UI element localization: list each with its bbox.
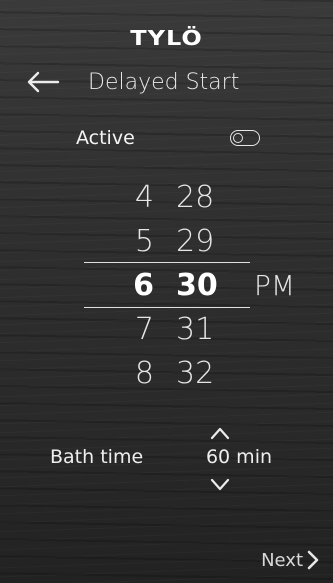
time-option[interactable]: 8 32 — [84, 351, 250, 395]
minute-value: 32 — [176, 355, 215, 391]
time-option-selected[interactable]: 6 30 — [84, 263, 250, 307]
selected-minute: 30 — [176, 267, 218, 303]
hour-value: 7 — [134, 311, 154, 347]
minute-value: 31 — [176, 311, 215, 347]
hour-value: 8 — [134, 355, 154, 391]
chevron-right-icon — [307, 550, 319, 570]
time-picker[interactable]: 4 28 5 29 6 30 7 31 8 32 — [84, 175, 250, 395]
bath-time-value: 60 min — [205, 446, 273, 468]
active-label: Active — [76, 127, 135, 149]
minute-value: 28 — [176, 179, 215, 215]
next-button[interactable]: Next — [261, 549, 319, 571]
toggle-knob — [233, 132, 243, 143]
minute-value: 29 — [176, 223, 215, 259]
chevron-up-icon — [210, 427, 230, 440]
selected-hour: 6 — [133, 267, 154, 303]
tylo-logo: TYLÖ — [130, 26, 203, 50]
time-option[interactable]: 4 28 — [84, 175, 250, 219]
active-row: Active — [76, 124, 260, 152]
header: Delayed Start — [26, 64, 239, 100]
time-option[interactable]: 7 31 — [84, 307, 250, 351]
delayed-start-screen: TYLÖ Delayed Start Active 4 28 5 29 6 30 — [0, 0, 333, 583]
bath-time-increase-button[interactable] — [209, 425, 231, 441]
back-button[interactable] — [26, 64, 66, 100]
arrow-left-icon — [27, 71, 60, 93]
next-label: Next — [261, 549, 303, 571]
active-toggle[interactable] — [230, 130, 260, 146]
bath-time-decrease-button[interactable] — [209, 477, 231, 493]
time-option[interactable]: 5 29 — [84, 219, 250, 263]
hour-value: 4 — [134, 179, 154, 215]
page-title: Delayed Start — [88, 69, 240, 95]
bath-time-label: Bath time — [50, 446, 144, 468]
ampm-selector[interactable]: PM — [254, 263, 295, 307]
hour-value: 5 — [134, 223, 154, 259]
chevron-down-icon — [210, 478, 230, 491]
